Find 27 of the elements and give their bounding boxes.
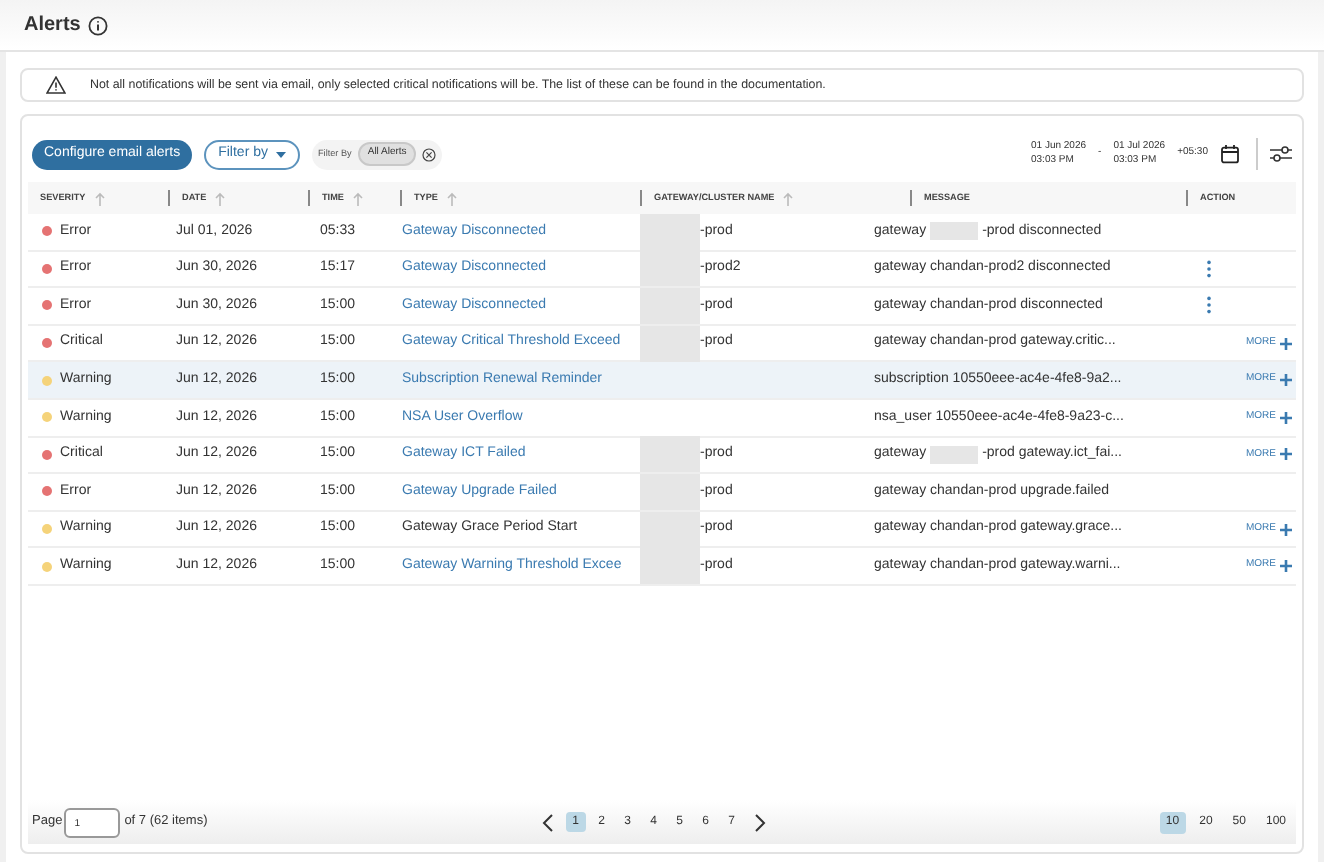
clear-icon[interactable]: [422, 147, 437, 161]
info-icon[interactable]: [88, 15, 109, 35]
redaction-patch: [640, 287, 700, 324]
redaction-patch: [640, 473, 700, 510]
redaction-patch: [640, 548, 700, 585]
expand-icon: [1280, 374, 1292, 387]
warning-icon: [46, 76, 66, 94]
expand-icon: [1280, 337, 1292, 350]
next-page-icon[interactable]: [753, 813, 766, 831]
kebab-menu-icon[interactable]: [1206, 259, 1212, 278]
expand-icon: [1280, 411, 1292, 424]
previous-page-icon[interactable]: [541, 813, 554, 831]
redaction-patch: [640, 250, 700, 287]
redaction-patch: [930, 445, 979, 464]
redaction-patch: [640, 325, 700, 362]
redaction-patch: [640, 511, 700, 548]
redaction-patch: [640, 436, 700, 473]
expand-icon: [1280, 448, 1292, 461]
redaction-patch: [930, 222, 979, 241]
expand-icon: [1280, 523, 1292, 536]
calendar-icon[interactable]: [1220, 144, 1240, 164]
redaction-patch: [640, 213, 700, 250]
expand-icon: [1280, 560, 1292, 573]
page-title: Alerts: [24, 12, 81, 40]
settings-icon[interactable]: [1270, 144, 1292, 164]
caret-icon: [276, 151, 286, 157]
kebab-menu-icon[interactable]: [1206, 296, 1212, 315]
